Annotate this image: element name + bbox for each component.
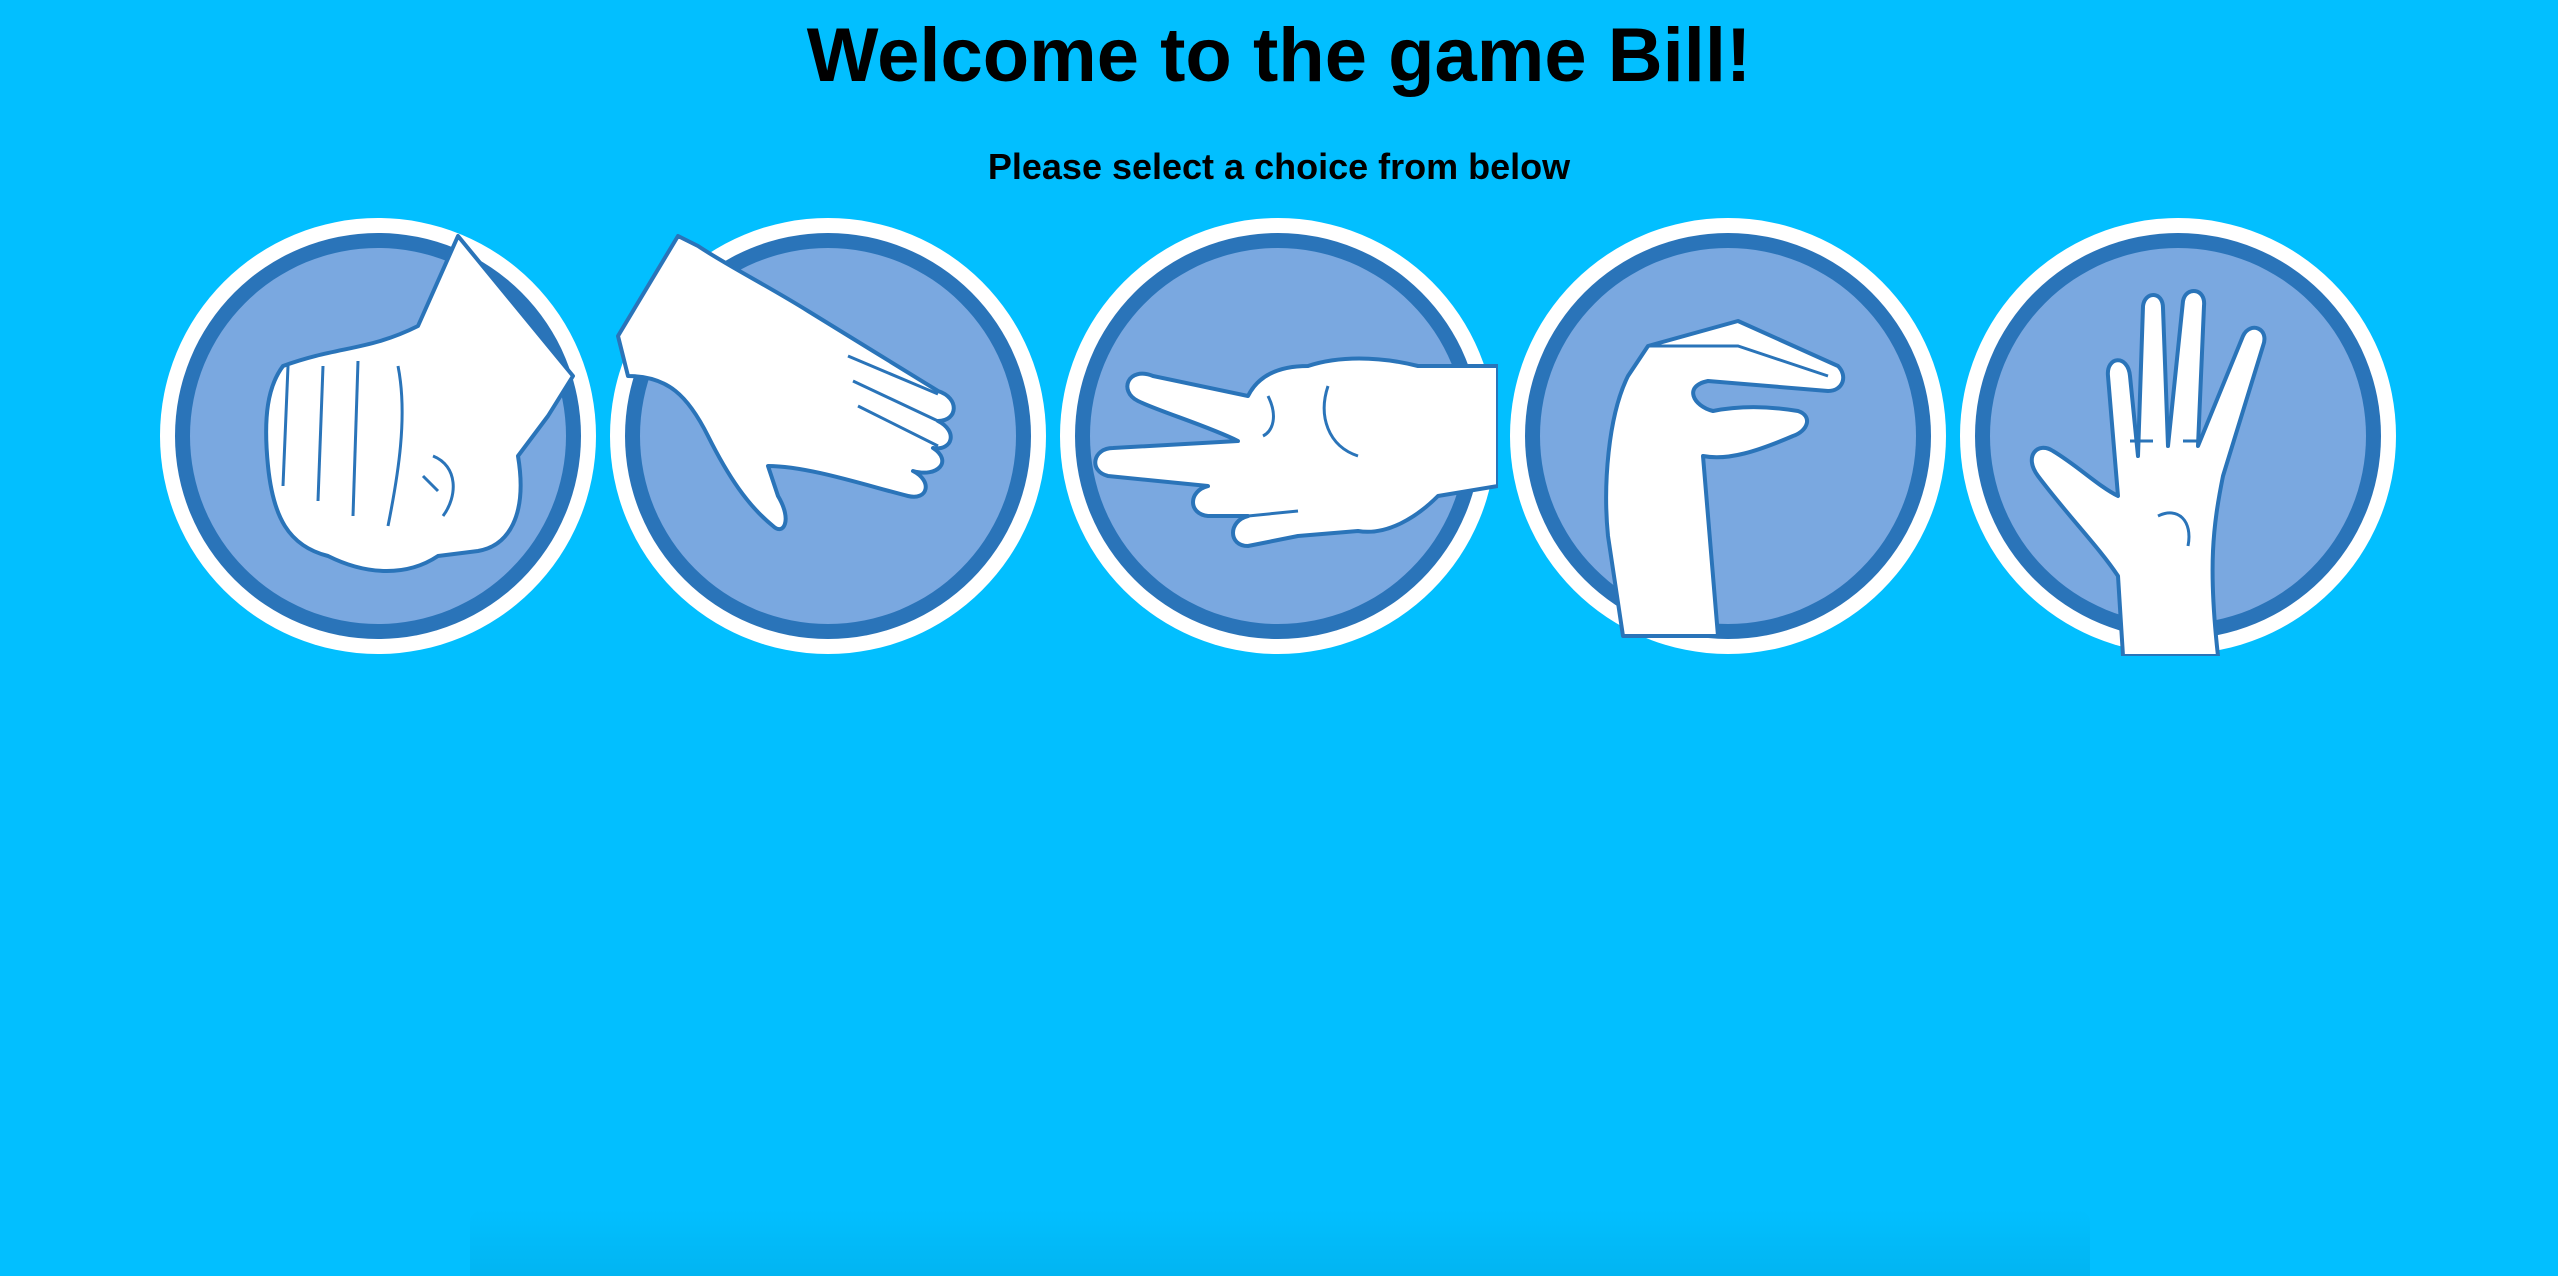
game-page: Welcome to the game Bill! Please select … (0, 0, 2558, 1276)
choice-scissors-button[interactable] (1058, 216, 1498, 656)
choice-lizard-button[interactable] (1508, 216, 1948, 656)
lizard-hand-icon (1510, 218, 1946, 654)
choice-rock-button[interactable] (158, 216, 598, 656)
spock-hand-icon (1960, 218, 2396, 656)
scissors-hand-icon (1060, 218, 1498, 654)
bottom-shade (470, 1210, 2090, 1276)
paper-hand-icon (610, 218, 1046, 654)
page-subtitle: Please select a choice from below (987, 146, 1571, 187)
page-title: Welcome to the game Bill! (806, 13, 1752, 98)
choice-list (158, 216, 2398, 656)
rock-fist-icon (160, 218, 596, 654)
choice-spock-button[interactable] (1958, 216, 2398, 656)
choice-paper-button[interactable] (608, 216, 1048, 656)
